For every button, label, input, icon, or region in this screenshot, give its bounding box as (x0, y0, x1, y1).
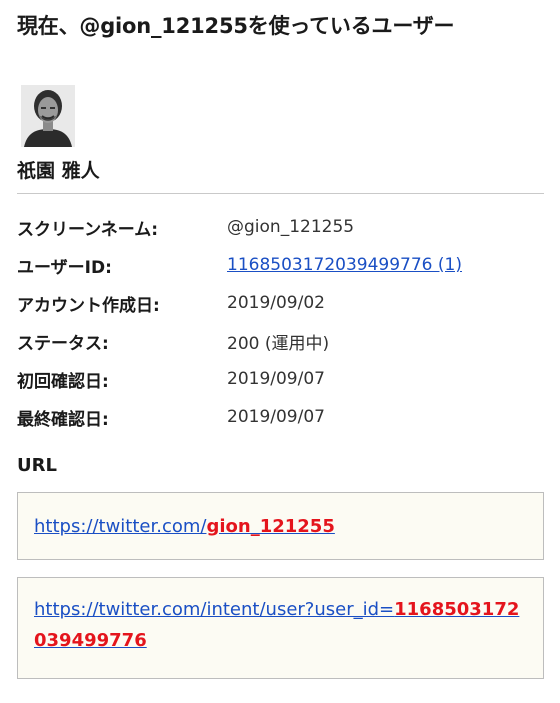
divider (17, 193, 544, 194)
info-label: ステータス: (17, 333, 109, 354)
user-avatar-photo-icon (21, 85, 75, 147)
url-box: https://twitter.com/gion_121255 (17, 492, 544, 560)
user-id-link[interactable]: 1168503172039499776 (1) (227, 255, 462, 275)
info-value: 2019/09/07 (227, 369, 325, 389)
info-row-first-seen: 初回確認日: 2019/09/07 (17, 360, 544, 398)
info-table: スクリーンネーム: @gion_121255 ユーザーID: 116850317… (17, 208, 544, 436)
url-box: https://twitter.com/intent/user?user_id=… (17, 577, 544, 679)
info-row-last-seen: 最終確認日: 2019/09/07 (17, 398, 544, 436)
info-label: アカウント作成日: (17, 295, 160, 316)
info-row-screen-name: スクリーンネーム: @gion_121255 (17, 208, 544, 246)
info-value: @gion_121255 (227, 217, 355, 237)
url-highlight: gion_121255 (206, 516, 335, 537)
info-label: 最終確認日: (17, 409, 109, 430)
info-row-status: ステータス: 200 (運用中) (17, 322, 544, 360)
info-value: 2019/09/07 (227, 407, 325, 427)
info-row-user-id: ユーザーID: 1168503172039499776 (1) (17, 246, 544, 284)
info-value: 200 (運用中) (227, 333, 330, 354)
avatar (21, 85, 75, 147)
user-detail-page: 現在、@gion_121255を使っているユーザー 祇園 雅人 スクリーンネーム… (0, 0, 560, 703)
info-value: 2019/09/02 (227, 293, 325, 313)
url-prefix: https://twitter.com/intent/user?user_id= (34, 599, 395, 620)
url-prefix: https://twitter.com/ (34, 516, 207, 537)
url-section-title: URL (17, 455, 57, 476)
intent-url-link[interactable]: https://twitter.com/intent/user?user_id=… (34, 599, 519, 651)
info-label: スクリーンネーム: (17, 219, 159, 240)
info-label: 初回確認日: (17, 371, 109, 392)
info-label: ユーザーID: (17, 257, 112, 278)
profile-url-link[interactable]: https://twitter.com/gion_121255 (34, 516, 335, 537)
user-name: 祇園 雅人 (17, 160, 100, 182)
info-value: 1168503172039499776 (1) (227, 255, 462, 275)
info-row-created-date: アカウント作成日: 2019/09/02 (17, 284, 544, 322)
page-title: 現在、@gion_121255を使っているユーザー (17, 14, 455, 38)
